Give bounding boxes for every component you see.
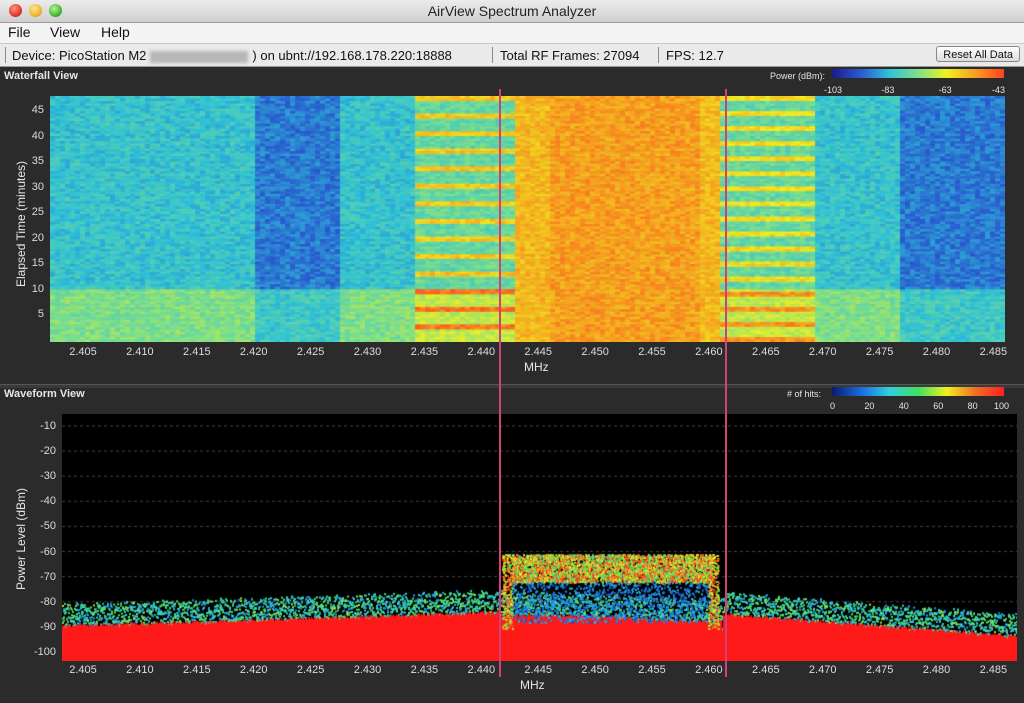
hits-legend-tick-3: 60 [933,401,944,411]
waveform-x-tick-8: 2.445 [524,664,552,676]
waveform-x-tick-3: 2.420 [239,664,268,676]
waveform-x-tick-10: 2.455 [638,664,666,676]
menu-bar: File View Help [0,23,1024,44]
status-bar: Device: PicoStation M2) on ubnt://192.16… [0,44,1024,67]
waveform-x-tick-11: 2.460 [695,664,723,676]
waveform-x-tick-2: 2.415 [183,664,211,676]
waveform-y-tick-8: -90 [40,620,56,633]
power-legend-label: Power (dBm): [770,71,826,81]
waveform-y-tick-2: -30 [40,470,56,483]
power-colorbar [832,69,1004,78]
waveform-x-tick-0: 2.405 [69,664,97,676]
waveform-x-tick-15: 2.480 [922,664,951,676]
waveform-x-tick-6: 2.435 [410,664,439,676]
title-bar: AirView Spectrum Analyzer [0,0,1024,23]
channel-marker-left[interactable] [499,89,501,677]
waterfall-y-tick-8: 5 [37,308,44,320]
hits-legend-tick-1: 20 [864,401,875,411]
channel-marker-right[interactable] [725,89,727,677]
fps-readout: FPS: 12.7 [666,48,724,63]
waterfall-x-tick-6: 2.435 [410,346,439,358]
waterfall-x-tick-3: 2.420 [239,346,268,358]
waveform-x-tick-5: 2.430 [353,664,382,676]
waveform-y-title: Power Level (dBm) [14,487,28,590]
power-legend-tick-1: -83 [881,85,895,95]
waveform-x-tick-7: 2.440 [467,664,496,676]
menu-view[interactable]: View [50,24,80,40]
waterfall-title: Waterfall View [4,70,78,82]
waveform-x-tick-4: 2.425 [296,664,325,676]
waveform-y-tick-1: -20 [40,445,56,458]
waterfall-x-tick-4: 2.425 [296,346,325,358]
waterfall-x-title: MHz [524,360,549,374]
waveform-y-tick-7: -80 [40,595,56,608]
waterfall-x-tick-14: 2.475 [865,346,894,358]
waterfall-x-tick-2: 2.415 [183,346,211,358]
hits-legend-tick-0: 0 [830,401,836,411]
waterfall-x-tick-8: 2.445 [524,346,552,358]
waveform-x-tick-16: 2.485 [979,664,1008,676]
waterfall-y-tick-1: 40 [31,129,44,142]
waterfall-y-title: Elapsed Time (minutes) [14,160,28,287]
waveform-x-title: MHz [520,678,545,692]
waterfall-y-tick-0: 45 [31,104,44,116]
waveform-title: Waveform View [4,388,85,400]
waterfall-x-tick-7: 2.440 [467,346,496,358]
reset-all-data-button[interactable]: Reset All Data [936,46,1020,62]
waveform-x-tick-12: 2.465 [752,664,780,676]
hits-legend-tick-4: 80 [967,401,978,411]
waterfall-x-tick-11: 2.460 [695,346,723,358]
waterfall-x-tick-12: 2.465 [752,346,780,358]
window-title: AirView Spectrum Analyzer [427,3,597,19]
waveform-plot[interactable] [62,414,1017,661]
waterfall-x-tick-1: 2.410 [126,346,154,358]
power-legend-tick-3: -43 [992,85,1006,95]
waveform-x-tick-9: 2.450 [581,664,609,676]
waterfall-x-tick-0: 2.405 [69,346,97,358]
redacted-serial [150,50,249,63]
waveform-y-tick-0: -10 [40,420,56,432]
waterfall-x-tick-5: 2.430 [353,346,382,358]
hits-legend-label: # of hits: [787,389,822,399]
waveform-x-tick-13: 2.470 [808,664,837,676]
power-legend-tick-2: -63 [938,85,952,95]
hits-legend-tick-2: 40 [898,401,909,411]
waterfall-plot[interactable] [50,96,1005,342]
power-legend-tick-0: -103 [824,85,843,95]
menu-file[interactable]: File [8,24,31,40]
waterfall-x-tick-16: 2.485 [979,346,1008,358]
waterfall-x-tick-13: 2.470 [808,346,837,358]
waveform-y-tick-9: -100 [33,645,56,658]
frames-count: Total RF Frames: 27094 [500,48,640,63]
device-info: Device: PicoStation M2) on ubnt://192.16… [12,48,452,63]
waveform-x-tick-1: 2.410 [126,664,154,676]
waterfall-x-tick-9: 2.450 [581,346,609,358]
hits-colorbar [832,387,1004,396]
menu-help[interactable]: Help [101,24,130,40]
waterfall-x-tick-15: 2.480 [922,346,951,358]
waveform-x-tick-14: 2.475 [865,664,894,676]
waterfall-x-tick-10: 2.455 [638,346,666,358]
hits-legend-tick-5: 100 [994,401,1010,411]
